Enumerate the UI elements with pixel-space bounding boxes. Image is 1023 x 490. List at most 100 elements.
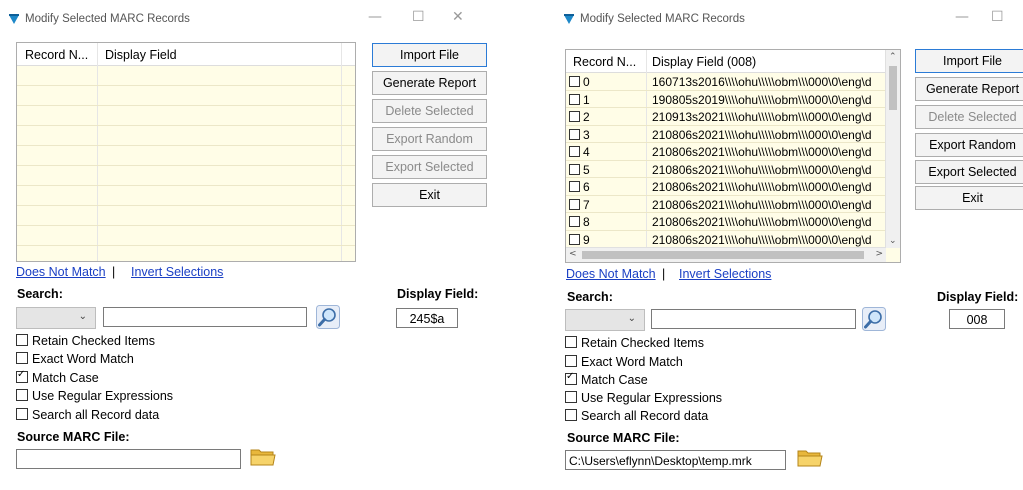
- import-file-button[interactable]: Import File: [915, 49, 1023, 73]
- display-field-cell[interactable]: 210806s2021\\\\ohu\\\\\obm\\\000\0\eng\d: [652, 198, 872, 212]
- does-not-match-link[interactable]: Does Not Match: [16, 265, 106, 279]
- retain-checked-items-checkbox[interactable]: Retain Checked Items: [16, 334, 155, 348]
- folder-icon[interactable]: [797, 447, 823, 472]
- record-number-cell[interactable]: 1: [569, 93, 590, 107]
- invert-selections-link[interactable]: Invert Selections: [679, 267, 771, 281]
- export-random-button[interactable]: Export Random: [915, 133, 1023, 157]
- search-input[interactable]: [651, 309, 856, 329]
- grid-line: [566, 124, 886, 126]
- grid-line: [17, 165, 355, 166]
- display-field-cell[interactable]: 210913s2021\\\\ohu\\\\\obm\\\000\0\eng\d: [652, 110, 872, 124]
- row-checkbox[interactable]: [569, 146, 580, 157]
- record-number-cell[interactable]: 2: [569, 110, 590, 124]
- column-header-display-field[interactable]: Display Field: [105, 48, 177, 62]
- does-not-match-link[interactable]: Does Not Match: [566, 267, 656, 281]
- record-number-cell[interactable]: 5: [569, 163, 590, 177]
- search-field-dropdown[interactable]: ⌄: [16, 307, 96, 329]
- record-number-cell[interactable]: 3: [569, 128, 590, 142]
- record-number-cell[interactable]: 4: [569, 145, 590, 159]
- delete-selected-button[interactable]: Delete Selected: [915, 105, 1023, 129]
- use-regular-expressions-checkbox[interactable]: Use Regular Expressions: [565, 391, 722, 405]
- export-selected-button[interactable]: Export Selected: [915, 160, 1023, 184]
- invert-selections-link[interactable]: Invert Selections: [131, 265, 223, 279]
- maximize-button[interactable]: ☐: [991, 9, 1004, 25]
- scrollbar-thumb[interactable]: [889, 66, 897, 110]
- row-checkbox[interactable]: [569, 163, 580, 175]
- record-number-cell[interactable]: 8: [569, 215, 590, 229]
- scroll-up-icon[interactable]: ⌃: [889, 52, 897, 62]
- display-field-cell[interactable]: 160713s2016\\\\ohu\\\\\obm\\\000\0\eng\d: [652, 75, 872, 89]
- grid-line: [17, 225, 355, 226]
- delete-selected-button[interactable]: Delete Selected: [372, 99, 487, 123]
- grid-line: [17, 245, 355, 246]
- record-number: 5: [583, 162, 590, 177]
- records-grid[interactable]: Record N... Display Field (008) 0 160713s…: [565, 49, 901, 263]
- vertical-scrollbar[interactable]: ⌃ ⌄: [885, 50, 900, 248]
- minimize-button[interactable]: —: [955, 9, 969, 25]
- exit-button[interactable]: Exit: [372, 183, 487, 207]
- import-file-button[interactable]: Import File: [372, 43, 487, 67]
- display-field-cell[interactable]: 210806s2021\\\\ohu\\\\\obm\\\000\0\eng\d: [652, 128, 872, 142]
- maximize-button[interactable]: ☐: [412, 9, 425, 25]
- grid-line: [17, 185, 355, 186]
- magnifier-icon[interactable]: [316, 305, 340, 329]
- display-field-cell[interactable]: 210806s2021\\\\ohu\\\\\obm\\\000\0\eng\d: [652, 145, 872, 159]
- grid-line: [17, 205, 355, 206]
- display-field-input[interactable]: 008: [949, 309, 1005, 329]
- column-header-display-field[interactable]: Display Field (008): [652, 55, 756, 69]
- display-field-cell[interactable]: 210806s2021\\\\ohu\\\\\obm\\\000\0\eng\d: [652, 233, 872, 247]
- minimize-button[interactable]: —: [368, 9, 382, 25]
- match-case-checkbox[interactable]: Match Case: [16, 369, 99, 385]
- record-number: 7: [583, 197, 590, 212]
- close-button[interactable]: ✕: [452, 9, 464, 25]
- use-regular-expressions-checkbox[interactable]: Use Regular Expressions: [16, 389, 173, 403]
- scroll-left-icon[interactable]: <: [569, 249, 577, 259]
- export-selected-button[interactable]: Export Selected: [372, 155, 487, 179]
- horizontal-scrollbar[interactable]: < >: [566, 247, 886, 262]
- display-field-cell[interactable]: 210806s2021\\\\ohu\\\\\obm\\\000\0\eng\d: [652, 215, 872, 229]
- scroll-down-icon[interactable]: ⌄: [889, 236, 897, 246]
- row-checkbox[interactable]: [569, 181, 580, 192]
- records-grid[interactable]: Record N... Display Field: [16, 42, 356, 262]
- exact-word-match-checkbox[interactable]: Exact Word Match: [565, 355, 683, 369]
- display-field-input[interactable]: 245$a: [396, 308, 458, 328]
- retain-checked-items-checkbox[interactable]: Retain Checked Items: [565, 336, 704, 350]
- record-number-cell[interactable]: 6: [569, 180, 590, 194]
- row-checkbox[interactable]: [569, 233, 580, 245]
- column-header-record-number[interactable]: Record N...: [25, 48, 88, 62]
- column-header-record-number[interactable]: Record N...: [573, 55, 636, 69]
- row-checkbox[interactable]: [569, 76, 580, 87]
- search-all-record-data-checkbox[interactable]: Search all Record data: [16, 408, 159, 422]
- display-field-label: Display Field:: [397, 287, 479, 301]
- scrollbar-thumb[interactable]: [582, 251, 864, 259]
- source-marc-file-input[interactable]: [16, 449, 241, 469]
- grid-line: [566, 142, 886, 143]
- record-number-cell[interactable]: 9: [569, 233, 590, 247]
- search-input[interactable]: [103, 307, 307, 327]
- row-checkbox[interactable]: [569, 198, 580, 210]
- record-number-cell[interactable]: 0: [569, 75, 590, 89]
- search-field-dropdown[interactable]: ⌄: [565, 309, 645, 331]
- display-field-cell[interactable]: 210806s2021\\\\ohu\\\\\obm\\\000\0\eng\d: [652, 180, 872, 194]
- row-checkbox[interactable]: [569, 111, 580, 122]
- search-all-record-data-checkbox[interactable]: Search all Record data: [565, 409, 708, 423]
- folder-icon[interactable]: [250, 446, 276, 471]
- marc-app-icon: [8, 13, 20, 28]
- display-field-cell[interactable]: 190805s2019\\\\ohu\\\\\obm\\\000\0\eng\d: [652, 93, 872, 107]
- grid-line: [566, 177, 886, 178]
- magnifier-icon[interactable]: [862, 307, 886, 331]
- match-case-checkbox[interactable]: Match Case: [565, 371, 648, 387]
- generate-report-button[interactable]: Generate Report: [915, 77, 1023, 101]
- exit-button[interactable]: Exit: [915, 186, 1023, 210]
- record-number-cell[interactable]: 7: [569, 198, 590, 212]
- display-field-cell[interactable]: 210806s2021\\\\ohu\\\\\obm\\\000\0\eng\d: [652, 163, 872, 177]
- generate-report-button[interactable]: Generate Report: [372, 71, 487, 95]
- export-random-button[interactable]: Export Random: [372, 127, 487, 151]
- row-checkbox[interactable]: [569, 93, 580, 105]
- exact-word-match-checkbox[interactable]: Exact Word Match: [16, 352, 134, 366]
- row-checkbox[interactable]: [569, 216, 580, 227]
- row-checkbox[interactable]: [569, 128, 580, 140]
- scroll-right-icon[interactable]: >: [875, 249, 883, 259]
- window-title: Modify Selected MARC Records: [25, 13, 190, 25]
- source-marc-file-input[interactable]: C:\Users\eflynn\Desktop\temp.mrk: [565, 450, 786, 470]
